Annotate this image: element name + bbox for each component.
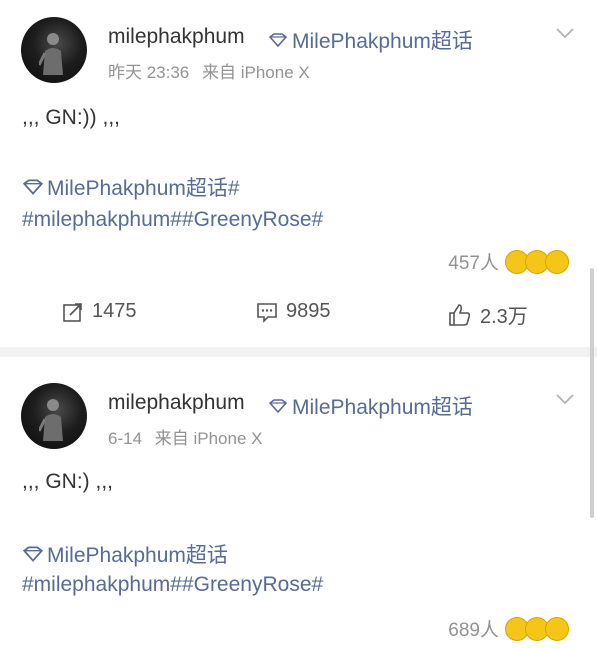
- post-separator: [0, 347, 597, 357]
- likers-summary[interactable]: 689人: [448, 615, 569, 642]
- likers-count: 457人: [448, 253, 499, 274]
- super-topic-label: MilePhakphum超话: [292, 396, 473, 419]
- super-topic-link-label: MilePhakphum超话#: [47, 177, 240, 200]
- hashtag-link[interactable]: #milephakphum##GreenyRose#: [22, 208, 323, 232]
- avatar[interactable]: [21, 383, 87, 449]
- comment-icon: [257, 302, 277, 323]
- comment-button[interactable]: 9895: [256, 300, 331, 323]
- diamond-icon: [22, 179, 44, 195]
- like-button[interactable]: 2.3万: [448, 300, 528, 329]
- repost-icon: [63, 302, 82, 322]
- avatar-figure-icon: [39, 33, 63, 75]
- super-topic-label: MilePhakphum超话: [292, 30, 473, 53]
- chevron-down-icon[interactable]: [555, 26, 575, 40]
- reaction-emojis: [505, 249, 569, 274]
- surprised-emoji-icon: [545, 616, 569, 641]
- weibo-post[interactable]: milephakphum MilePhakphum超话 昨天 23:36 来自 …: [0, 0, 597, 347]
- post-time: 6-14: [108, 429, 143, 448]
- post-body: ,,, GN:) ,,,: [22, 470, 114, 493]
- repost-count: 1475: [92, 300, 137, 322]
- comment-count: 9895: [286, 300, 331, 322]
- reaction-emojis: [505, 616, 569, 641]
- post-source: 来自 iPhone X: [202, 63, 310, 82]
- action-bar: 1475 9895 2.3万: [0, 300, 597, 340]
- diamond-icon: [22, 546, 44, 562]
- like-count: 2.3万: [480, 306, 528, 328]
- username[interactable]: milephakphum: [108, 391, 245, 415]
- surprised-emoji-icon: [545, 249, 569, 274]
- weibo-post[interactable]: milephakphum MilePhakphum超话 6-14 来自 iPho…: [0, 357, 597, 649]
- chevron-down-icon[interactable]: [555, 392, 575, 406]
- post-meta: 昨天 23:36 来自 iPhone X: [108, 58, 318, 83]
- super-topic-link[interactable]: MilePhakphum超话#: [22, 172, 240, 202]
- thumbs-up-icon: [449, 303, 471, 326]
- super-topic-link-label: MilePhakphum超话: [47, 544, 228, 567]
- super-topic-link[interactable]: MilePhakphum超话: [22, 539, 228, 569]
- hashtag-link[interactable]: #milephakphum##GreenyRose#: [22, 573, 323, 597]
- likers-count: 689人: [448, 620, 499, 641]
- post-source: 来自 iPhone X: [154, 429, 263, 448]
- username[interactable]: milephakphum: [108, 25, 245, 49]
- diamond-icon: [268, 33, 288, 47]
- post-meta: 6-14 来自 iPhone X: [108, 424, 271, 449]
- avatar-figure-icon: [39, 399, 63, 441]
- scrollbar[interactable]: [590, 268, 594, 518]
- post-time: 昨天 23:36: [108, 63, 190, 82]
- avatar[interactable]: [21, 17, 87, 83]
- super-topic-tag[interactable]: MilePhakphum超话: [268, 25, 473, 55]
- repost-button[interactable]: 1475: [62, 300, 137, 323]
- diamond-icon: [268, 399, 288, 413]
- super-topic-tag[interactable]: MilePhakphum超话: [268, 391, 473, 421]
- likers-summary[interactable]: 457人: [448, 248, 569, 275]
- post-body: ,,, GN:)) ,,,: [22, 106, 120, 129]
